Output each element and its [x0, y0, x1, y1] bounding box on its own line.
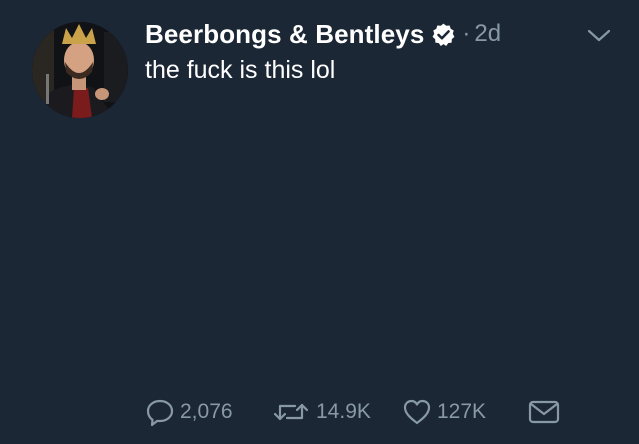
separator-dot: · — [462, 20, 471, 47]
verified-badge-icon — [431, 22, 456, 47]
tweet: Beerbongs & Bentleys · 2d the fuck is th… — [0, 0, 639, 444]
heart-icon — [403, 399, 431, 425]
retweet-button[interactable]: 14.9K — [271, 395, 371, 429]
tweet-header: Beerbongs & Bentleys · 2d — [145, 14, 501, 54]
retweet-count: 14.9K — [316, 400, 371, 423]
reply-button[interactable]: 2,076 — [145, 395, 233, 429]
tweet-actions: 2,076 14.9K 127K — [145, 395, 575, 429]
timestamp[interactable]: 2d — [474, 20, 501, 48]
reply-count: 2,076 — [180, 400, 233, 423]
direct-message-button[interactable] — [527, 395, 561, 429]
avatar-image — [32, 22, 128, 118]
envelope-icon — [528, 400, 560, 424]
tweet-text: the fuck is this lol — [145, 56, 336, 84]
reply-bubble-icon — [146, 399, 174, 427]
avatar[interactable] — [32, 22, 128, 118]
like-count: 127K — [437, 400, 487, 423]
retweet-icon — [273, 403, 309, 421]
author-name[interactable]: Beerbongs & Bentleys — [145, 19, 424, 50]
chevron-down-icon[interactable] — [586, 26, 612, 44]
like-button[interactable]: 127K — [402, 395, 486, 429]
